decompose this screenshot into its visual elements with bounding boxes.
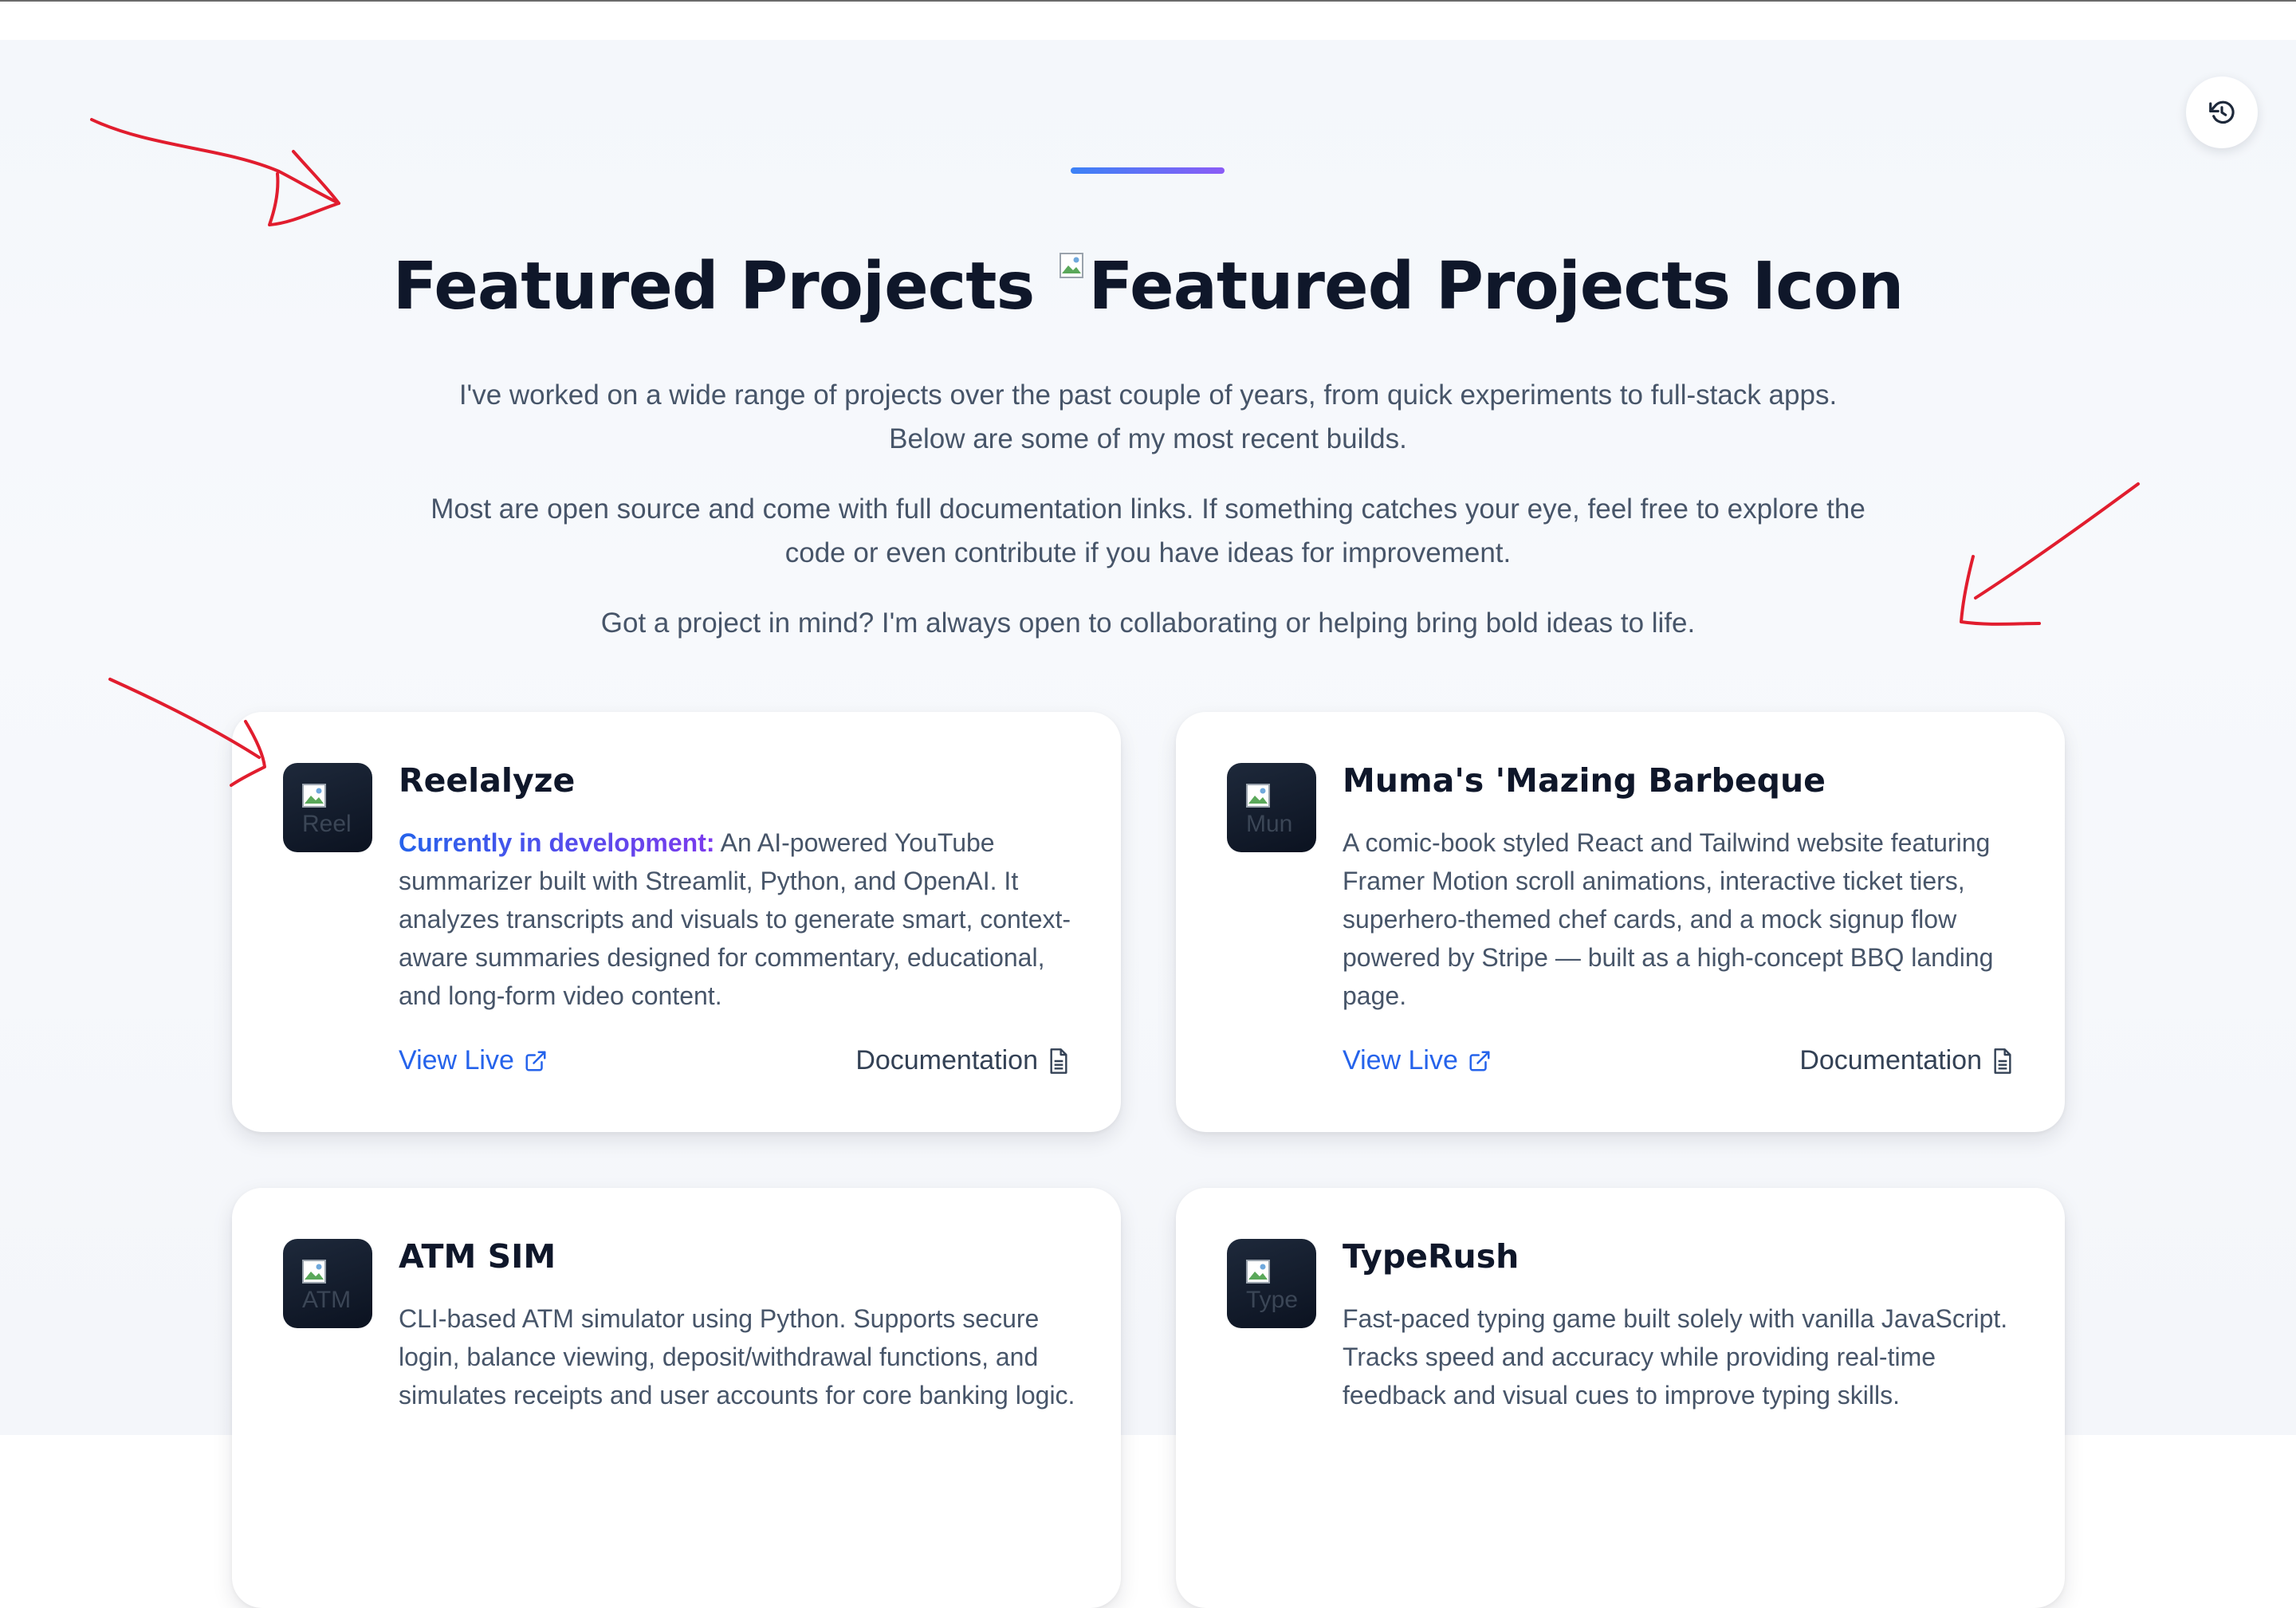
browser-top-bar — [0, 0, 2296, 40]
featured-projects-icon: Featured Projects Icon — [1060, 249, 1904, 324]
project-card-typerush: Type TypeRush Fast-paced typing game bui… — [1176, 1188, 2065, 1608]
project-status: Currently in development: — [399, 828, 715, 857]
view-live-link[interactable]: View Live — [399, 1045, 548, 1076]
thumbnail-alt-text: ATM — [302, 1287, 352, 1313]
document-icon — [1048, 1048, 1070, 1074]
undo-icon — [2207, 97, 2237, 128]
undo-button[interactable] — [2186, 77, 2258, 148]
intro-text: I've worked on a wide range of projects … — [415, 373, 1881, 671]
view-live-label: View Live — [1343, 1045, 1458, 1075]
broken-image-icon — [1246, 784, 1270, 808]
project-name: Muma's 'Mazing Barbeque — [1343, 761, 1826, 800]
intro-paragraph: Most are open source and come with full … — [431, 493, 1866, 568]
broken-image-icon — [1246, 1260, 1270, 1284]
intro-paragraph: Got a project in mind? I'm always open t… — [600, 607, 1696, 639]
project-description: Fast-paced typing game built solely with… — [1343, 1304, 2008, 1409]
view-live-link[interactable]: View Live — [1343, 1045, 1492, 1076]
project-thumbnail: Mun — [1227, 763, 1316, 852]
broken-image-icon — [302, 1260, 326, 1284]
project-name: Reelalyze — [399, 761, 576, 800]
project-card-atm-sim: ATM ATM SIM CLI-based ATM simulator usin… — [232, 1188, 1121, 1608]
external-link-icon — [1468, 1049, 1492, 1073]
project-description: A comic-book styled React and Tailwind w… — [1343, 828, 1994, 1010]
section-heading: Featured Projects Featured Projects Icon — [0, 249, 2296, 336]
thumbnail-alt-text: Reel — [302, 811, 352, 837]
external-link-icon — [524, 1049, 548, 1073]
document-icon — [1991, 1048, 2014, 1074]
view-live-label: View Live — [399, 1045, 514, 1075]
project-thumbnail: Reel — [283, 763, 372, 852]
documentation-link[interactable]: Documentation — [855, 1045, 1070, 1076]
thumbnail-alt-text: Mun — [1246, 811, 1293, 837]
documentation-link[interactable]: Documentation — [1799, 1045, 2014, 1076]
project-description: Currently in development: An AI-powered … — [399, 824, 1076, 1015]
project-description: CLI-based ATM simulator using Python. Su… — [399, 1304, 1075, 1409]
documentation-label: Documentation — [1799, 1045, 1982, 1075]
section-accent-line — [1071, 167, 1225, 174]
project-name: TypeRush — [1343, 1237, 1520, 1276]
project-thumbnail: ATM — [283, 1239, 372, 1328]
project-card-reelalyze: Reel Reelalyze Currently in development:… — [232, 712, 1121, 1132]
thumbnail-alt-text: Type — [1246, 1287, 1299, 1313]
featured-projects-icon-alt: Featured Projects Icon — [1088, 249, 1904, 324]
project-name: ATM SIM — [399, 1237, 556, 1276]
documentation-label: Documentation — [855, 1045, 1038, 1075]
intro-paragraph: I've worked on a wide range of projects … — [458, 379, 1838, 454]
broken-image-icon — [302, 784, 326, 808]
page-background: Featured Projects Featured Projects Icon… — [0, 40, 2296, 1608]
broken-image-icon — [1060, 253, 1084, 278]
project-thumbnail: Type — [1227, 1239, 1316, 1328]
project-card-mumas-bbq: Mun Muma's 'Mazing Barbeque A comic-book… — [1176, 712, 2065, 1132]
section-title: Featured Projects — [392, 249, 1036, 324]
